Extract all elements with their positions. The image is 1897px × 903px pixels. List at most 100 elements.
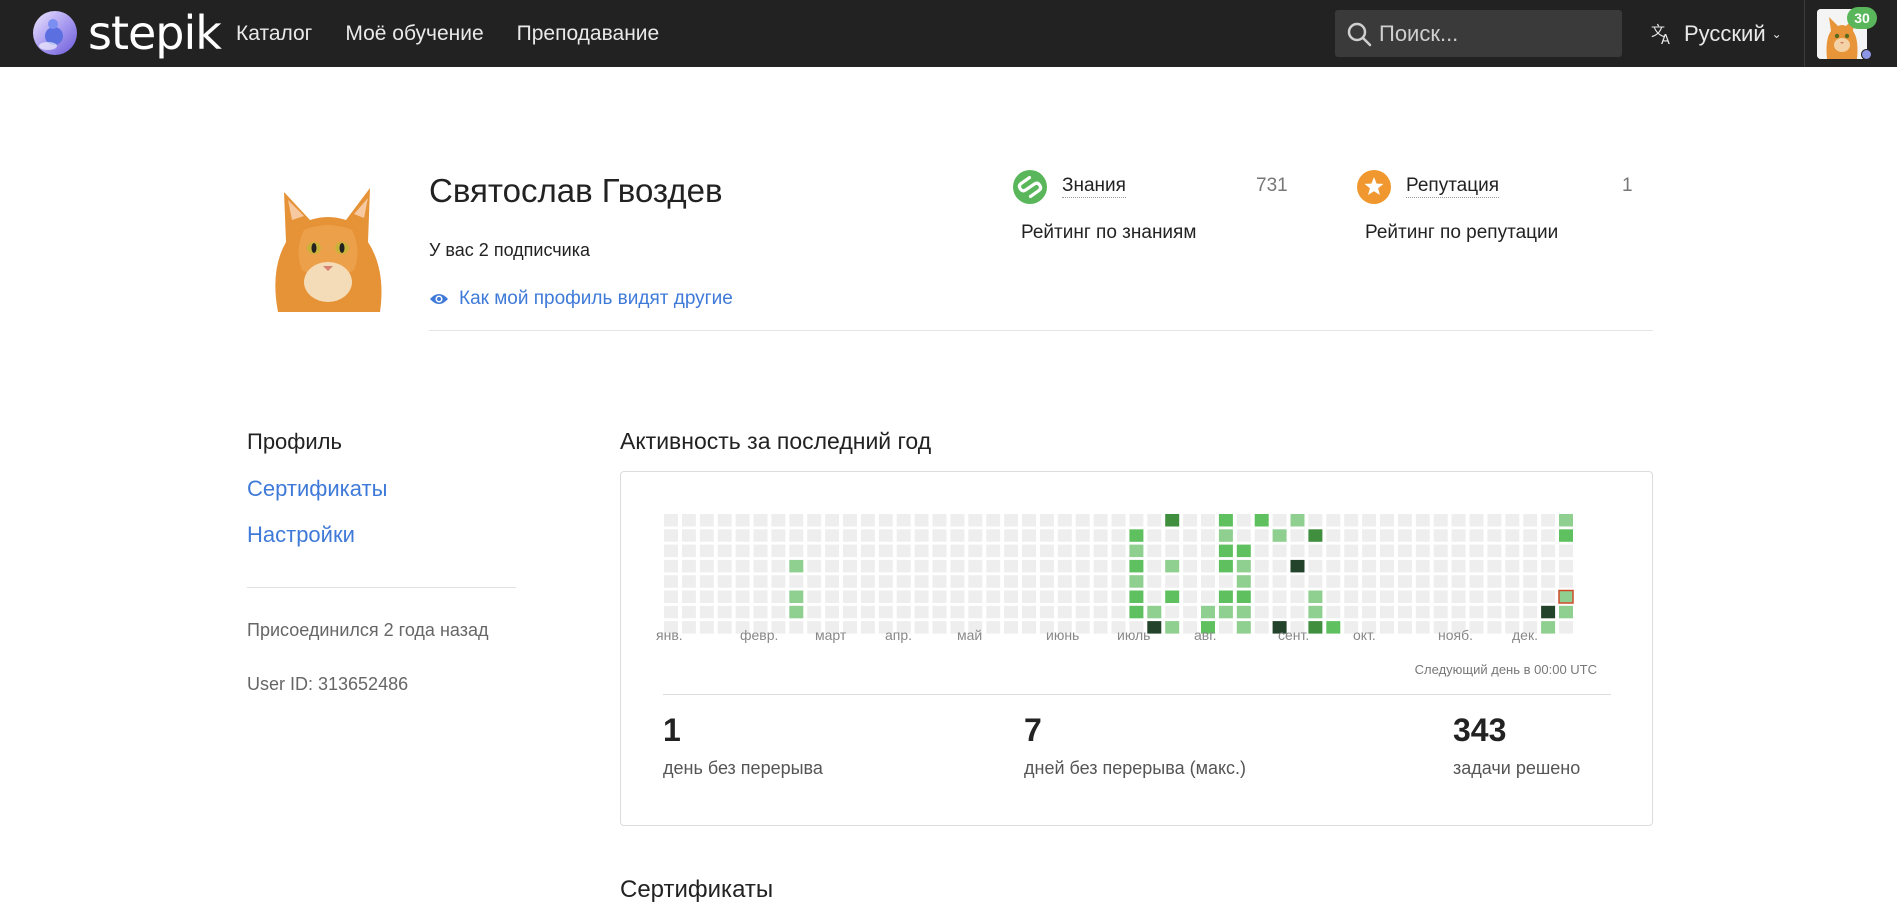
activity-day-cell[interactable] <box>717 621 732 634</box>
user-menu[interactable]: 30 <box>1817 7 1877 60</box>
activity-day-cell[interactable] <box>1451 529 1466 542</box>
activity-day-cell[interactable] <box>1451 575 1466 588</box>
activity-day-cell[interactable] <box>1165 605 1180 619</box>
activity-day-cell[interactable] <box>1451 559 1466 573</box>
activity-day-cell[interactable] <box>1559 605 1573 619</box>
activity-day-cell[interactable] <box>825 514 840 527</box>
activity-day-cell[interactable] <box>1469 559 1484 573</box>
activity-day-cell[interactable] <box>1541 544 1556 558</box>
activity-day-cell[interactable] <box>1308 559 1323 573</box>
activity-day-cell[interactable] <box>771 575 786 588</box>
activity-day-cell[interactable] <box>717 559 732 573</box>
activity-day-cell[interactable] <box>1523 544 1538 558</box>
activity-day-cell[interactable] <box>1004 590 1019 604</box>
activity-day-cell[interactable] <box>1183 559 1198 573</box>
activity-day-cell[interactable] <box>681 605 696 619</box>
activity-day-cell[interactable] <box>1290 575 1305 588</box>
activity-day-cell[interactable] <box>1344 590 1359 604</box>
activity-day-cell[interactable] <box>1451 605 1466 619</box>
activity-day-cell[interactable] <box>1111 514 1126 527</box>
activity-day-cell[interactable] <box>1254 514 1269 527</box>
activity-day-cell[interactable] <box>1129 544 1144 558</box>
activity-day-cell[interactable] <box>950 590 965 604</box>
activity-day-cell[interactable] <box>878 575 893 588</box>
activity-day-cell[interactable] <box>1397 529 1412 542</box>
sidebar-item-settings[interactable]: Настройки <box>247 522 355 548</box>
activity-day-cell[interactable] <box>1326 514 1341 527</box>
activity-day-cell[interactable] <box>1236 605 1251 619</box>
activity-day-cell[interactable] <box>1433 544 1448 558</box>
activity-day-cell[interactable] <box>1326 559 1341 573</box>
activity-day-cell[interactable] <box>914 559 929 573</box>
activity-day-cell[interactable] <box>986 514 1001 527</box>
activity-day-cell[interactable] <box>1254 544 1269 558</box>
activity-day-cell[interactable] <box>1290 590 1305 604</box>
activity-day-cell[interactable] <box>1022 575 1036 588</box>
activity-day-cell[interactable] <box>1308 544 1323 558</box>
activity-day-cell[interactable] <box>1415 559 1430 573</box>
search-icon[interactable] <box>1345 20 1373 48</box>
activity-day-cell[interactable] <box>950 514 965 527</box>
activity-day-cell[interactable] <box>1075 529 1090 542</box>
profile-visibility-link[interactable]: Как мой профиль видят другие <box>429 288 733 310</box>
activity-day-cell[interactable] <box>735 529 750 542</box>
activity-day-cell[interactable] <box>717 529 732 542</box>
activity-day-cell[interactable] <box>1057 559 1072 573</box>
activity-day-cell[interactable] <box>1075 605 1090 619</box>
activity-day-cell[interactable] <box>968 529 983 542</box>
activity-day-cell[interactable] <box>1129 514 1144 527</box>
activity-day-cell[interactable] <box>1201 544 1215 558</box>
activity-day-cell[interactable] <box>771 514 786 527</box>
activity-day-cell[interactable] <box>1111 575 1126 588</box>
activity-day-cell[interactable] <box>1093 559 1108 573</box>
activity-day-cell[interactable] <box>1057 590 1072 604</box>
activity-day-cell[interactable] <box>1362 514 1377 527</box>
activity-day-cell[interactable] <box>699 621 714 634</box>
activity-day-cell[interactable] <box>1057 605 1072 619</box>
activity-day-cell[interactable] <box>1039 590 1054 604</box>
activity-day-cell[interactable] <box>1559 544 1573 558</box>
activity-day-cell[interactable] <box>1254 621 1269 634</box>
activity-day-cell[interactable] <box>1057 575 1072 588</box>
activity-day-cell[interactable] <box>878 559 893 573</box>
activity-day-cell[interactable] <box>896 559 911 573</box>
activity-day-cell[interactable] <box>1487 529 1502 542</box>
activity-day-cell[interactable] <box>717 514 732 527</box>
activity-day-cell[interactable] <box>1505 575 1520 588</box>
activity-day-cell[interactable] <box>1272 575 1287 588</box>
activity-day-cell[interactable] <box>1326 544 1341 558</box>
activity-day-cell[interactable] <box>789 590 804 604</box>
activity-day-cell[interactable] <box>843 559 857 573</box>
activity-day-cell[interactable] <box>717 590 732 604</box>
activity-day-cell[interactable] <box>878 590 893 604</box>
activity-day-cell[interactable] <box>1523 590 1538 604</box>
activity-day-cell[interactable] <box>1559 529 1573 542</box>
activity-day-cell[interactable] <box>1308 621 1323 634</box>
activity-day-cell[interactable] <box>1236 559 1251 573</box>
activity-day-cell[interactable] <box>843 605 857 619</box>
activity-day-cell[interactable] <box>1218 559 1233 573</box>
activity-day-cell[interactable] <box>825 575 840 588</box>
activity-day-cell[interactable] <box>681 514 696 527</box>
activity-day-cell[interactable] <box>843 514 857 527</box>
activity-day-cell[interactable] <box>1362 544 1377 558</box>
activity-day-cell[interactable] <box>1183 575 1198 588</box>
activity-day-cell[interactable] <box>699 605 714 619</box>
activity-day-cell[interactable] <box>986 529 1001 542</box>
activity-day-cell[interactable] <box>1022 544 1036 558</box>
activity-day-cell[interactable] <box>1541 605 1556 619</box>
activity-day-cell[interactable] <box>717 605 732 619</box>
activity-day-cell[interactable] <box>950 529 965 542</box>
activity-day-cell[interactable] <box>753 605 768 619</box>
activity-day-cell[interactable] <box>1147 544 1162 558</box>
activity-day-cell[interactable] <box>717 575 732 588</box>
activity-day-cell[interactable] <box>1523 559 1538 573</box>
activity-day-cell[interactable] <box>1362 529 1377 542</box>
activity-day-cell[interactable] <box>986 575 1001 588</box>
activity-day-cell[interactable] <box>825 559 840 573</box>
activity-day-cell[interactable] <box>1290 559 1305 573</box>
activity-day-cell[interactable] <box>1183 529 1198 542</box>
activity-day-cell[interactable] <box>735 590 750 604</box>
activity-day-cell[interactable] <box>735 575 750 588</box>
activity-day-cell[interactable] <box>807 575 822 588</box>
